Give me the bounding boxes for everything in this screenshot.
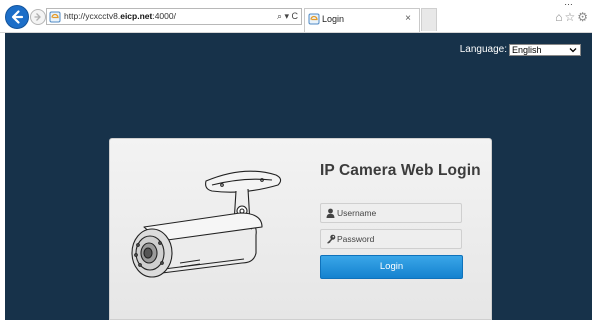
back-button[interactable]	[5, 5, 29, 29]
login-button[interactable]: Login	[320, 255, 463, 279]
ie-page-icon	[49, 11, 61, 23]
username-input[interactable]	[337, 206, 457, 220]
language-selector: Language: English	[460, 43, 581, 57]
forward-button[interactable]	[30, 9, 46, 25]
more-icon[interactable]: …	[564, 0, 574, 7]
language-label: Language:	[459, 44, 507, 55]
browser-chrome: http://ycxcctv8.eicp.net:4000/ ⌕ ▾ C Log…	[0, 0, 592, 33]
tab-page-icon	[308, 13, 320, 25]
url-text: http://ycxcctv8.eicp.net:4000/	[64, 11, 176, 21]
search-refresh-icons[interactable]: ⌕ ▾ C	[277, 10, 298, 23]
login-page: Language: English IP Camera Web Login Us…	[5, 33, 592, 320]
home-favorites-settings-icons[interactable]: ⌂☆⚙	[555, 10, 590, 24]
address-bar[interactable]: http://ycxcctv8.eicp.net:4000/ ⌕ ▾ C	[46, 8, 302, 25]
page-title: IP Camera Web Login	[320, 162, 481, 179]
tab-login[interactable]: Login ×	[304, 8, 420, 32]
close-tab-icon[interactable]: ×	[405, 12, 411, 26]
tab-title: Login	[322, 14, 345, 24]
password-input[interactable]	[337, 232, 457, 246]
back-arrow-icon	[11, 10, 24, 24]
chevron-down-icon	[569, 48, 577, 53]
username-field[interactable]	[320, 203, 462, 223]
login-panel: IP Camera Web Login Login	[109, 138, 492, 320]
forward-arrow-icon	[34, 13, 41, 21]
new-tab-button[interactable]	[421, 8, 437, 31]
password-field[interactable]	[320, 229, 462, 249]
language-select[interactable]: English	[509, 44, 581, 56]
user-icon	[326, 208, 335, 218]
ip-camera-illustration	[131, 170, 282, 278]
language-selected-value: English	[512, 45, 542, 55]
key-icon	[327, 234, 336, 244]
